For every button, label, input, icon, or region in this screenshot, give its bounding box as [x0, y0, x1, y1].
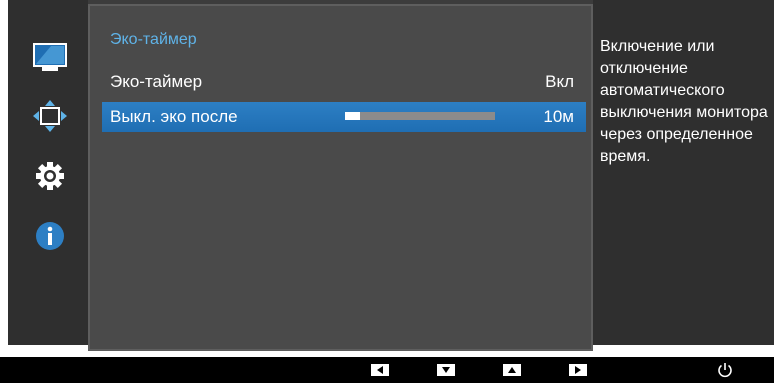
sidebar-item-position[interactable] [32, 98, 68, 134]
slider-fill [345, 112, 360, 120]
menu-panel: Эко-таймер Эко-таймер Вкл Выкл. эко посл… [88, 4, 593, 351]
row-value: Вкл [545, 72, 574, 91]
sidebar-item-system[interactable] [32, 158, 68, 194]
row-label: Выкл. эко после [110, 107, 238, 126]
gear-icon [36, 162, 64, 190]
monitor-icon [33, 43, 67, 71]
sidebar-item-information[interactable] [32, 218, 68, 254]
eco-off-slider[interactable] [345, 112, 495, 120]
menu-row-eco-off-after[interactable]: Выкл. эко после 10м [102, 102, 586, 132]
right-key[interactable] [569, 364, 587, 376]
menu-row-eco-timer[interactable]: Эко-таймер Вкл [102, 67, 586, 97]
help-panel: Включение или отключение автоматического… [593, 0, 774, 345]
down-key[interactable] [437, 364, 455, 376]
menu-title: Эко-таймер [110, 31, 197, 48]
power-icon [718, 363, 732, 378]
resize-arrows-icon [33, 100, 67, 132]
row-value: 10м [543, 107, 574, 126]
sidebar [8, 0, 88, 345]
right-arrow-icon [575, 366, 581, 374]
help-text: Включение или отключение автоматического… [600, 38, 768, 165]
down-arrow-icon [442, 367, 450, 373]
key-guide-bar [0, 357, 774, 383]
row-label: Эко-таймер [110, 72, 203, 91]
left-key[interactable] [371, 364, 389, 376]
power-button[interactable] [716, 361, 734, 379]
up-arrow-icon [508, 367, 516, 373]
left-arrow-icon [377, 366, 383, 374]
up-key[interactable] [503, 364, 521, 376]
info-icon [36, 222, 64, 250]
sidebar-item-picture[interactable] [32, 40, 68, 76]
